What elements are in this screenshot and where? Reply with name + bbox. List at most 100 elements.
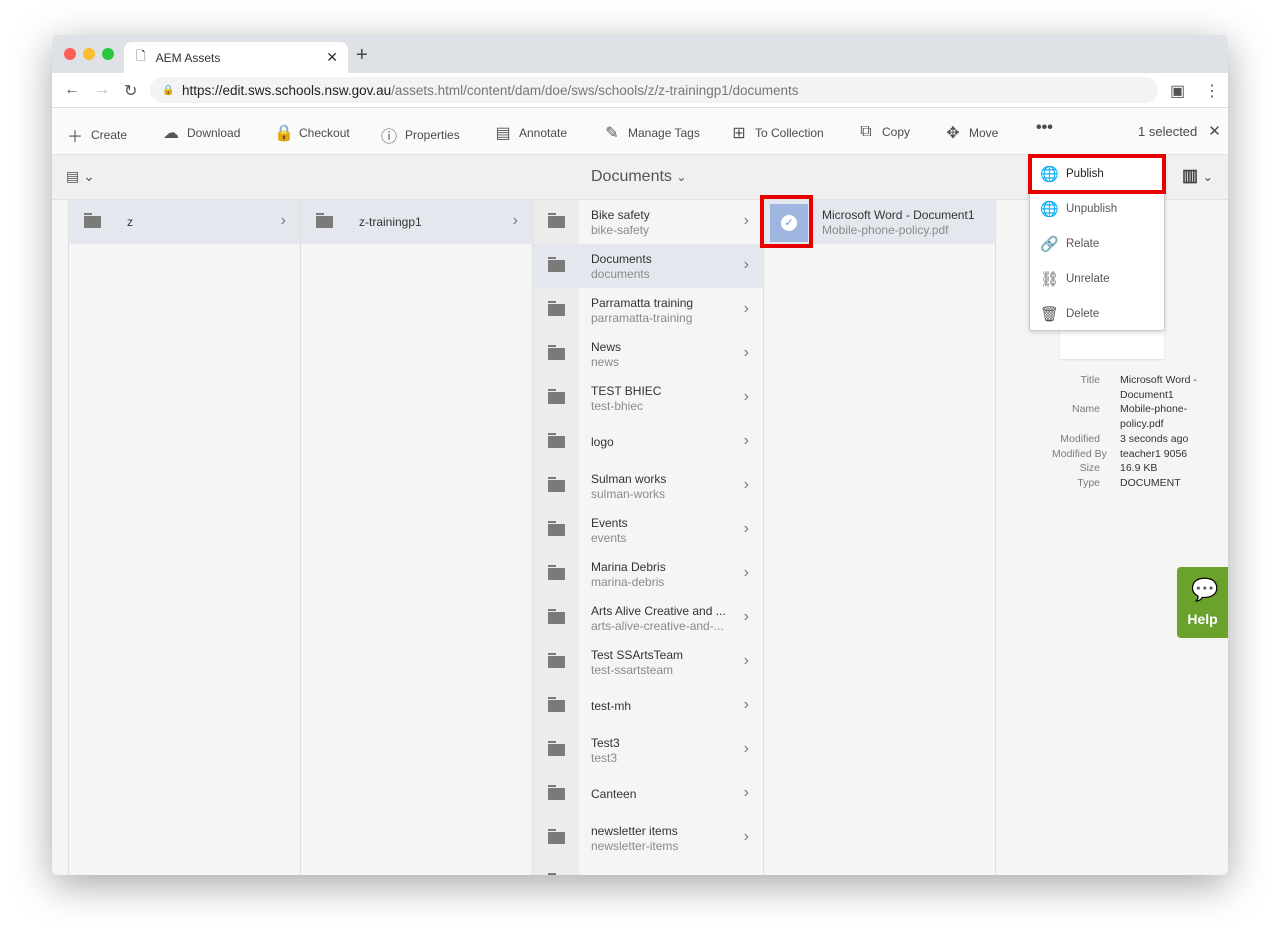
to-collection-button[interactable]: ⊞ To Collection [730, 123, 823, 143]
browser-menu-icon[interactable]: ⋮ [1204, 81, 1220, 101]
chat-icon: 💬 [1191, 577, 1219, 602]
copy-icon: ⧉ [860, 123, 872, 140]
manage-tags-button[interactable]: ✎ Manage Tags [603, 123, 700, 143]
folder-name: marina-debris [591, 575, 665, 589]
back-icon[interactable]: ← [64, 81, 80, 99]
menu-label: Relate [1066, 237, 1100, 250]
view-switcher-button[interactable]: ▥ ⌄ [1182, 166, 1213, 186]
forward-icon[interactable]: → [94, 81, 110, 99]
meta-value: 3 seconds ago [1120, 432, 1189, 445]
folder-name: test-bhiec [591, 399, 644, 413]
chevron-right-icon: › [743, 828, 749, 845]
folder-item[interactable]: Nat...› [533, 860, 763, 875]
label: Checkout [299, 126, 350, 140]
folder-item[interactable]: test-mh › [533, 684, 763, 728]
folder-title: Bike safety [591, 208, 650, 222]
chevron-right-icon: › [743, 784, 749, 801]
new-tab-button[interactable]: + [356, 44, 368, 67]
folder-name: events [591, 531, 627, 545]
folder-item[interactable]: newsletter items newsletter-items › [533, 816, 763, 860]
move-icon: ✥ [946, 125, 960, 142]
folder-title: TEST BHIEC [591, 384, 662, 398]
menu-item-unrelate[interactable]: ⛓ Unrelate [1030, 261, 1164, 296]
folder-item[interactable]: Documents documents › [533, 244, 763, 288]
folder-icon [548, 213, 565, 228]
lock-icon: 🔒 [162, 84, 175, 96]
download-button[interactable]: ☁ Download [162, 123, 240, 143]
folder-item[interactable]: Test3 test3 › [533, 728, 763, 772]
cloud-download-icon: ☁ [163, 125, 179, 142]
rail-toggle-button[interactable]: ▤ ⌄ [66, 168, 95, 185]
info-icon: ⓘ [380, 129, 397, 146]
folder-title: Documents [591, 252, 652, 266]
label: Manage Tags [628, 126, 700, 140]
tab-bar: 🗋 AEM Assets ✕ + [52, 35, 1228, 73]
tab-title: AEM Assets [155, 50, 221, 65]
meta-value: 16.9 KB [1120, 462, 1158, 475]
folder-title: Test SSArtsTeam [591, 648, 684, 662]
help-button[interactable]: 💬 Help [1177, 567, 1228, 638]
folder-item[interactable]: Events events › [533, 508, 763, 552]
folder-item[interactable]: Bike safety bike-safety › [533, 200, 763, 244]
selection-count: 1 selected ✕ [1138, 122, 1221, 140]
folder-name: news [591, 355, 620, 369]
folder-icon [548, 785, 565, 800]
page-title[interactable]: Documents ⌄ [591, 168, 686, 186]
folder-item[interactable]: Canteen › [533, 772, 763, 816]
menu-item-relate[interactable]: 🔗 Relate [1030, 226, 1164, 261]
url-input[interactable]: 🔒 https://edit.sws.schools.nsw.gov.au/as… [150, 77, 1158, 103]
folder-title: Parramatta training [591, 296, 694, 310]
unlink-icon: ⛓ [1040, 270, 1060, 288]
list-item[interactable]: z › [69, 200, 300, 244]
folder-item[interactable]: Arts Alive Creative and ... arts-alive-cr… [533, 596, 763, 640]
meta-key: Size [1079, 462, 1100, 475]
copy-button[interactable]: ⧉ Copy [857, 123, 910, 141]
globe-remove-icon: 🌐 [1040, 200, 1059, 218]
label: Annotate [519, 126, 568, 140]
folder-title: Canteen [591, 787, 637, 801]
folder-icon [548, 697, 565, 712]
chevron-down-icon: ⌄ [676, 170, 687, 184]
folder-item[interactable]: Test SSArtsTeam test-ssartsteam › [533, 640, 763, 684]
create-button[interactable]: ＋ Create [66, 123, 127, 147]
checkout-button[interactable]: 🔒 Checkout [274, 123, 350, 143]
label: Create [91, 128, 128, 142]
meta-value: teacher1 9056 [1120, 447, 1188, 460]
collection-add-icon: ⊞ [732, 125, 746, 142]
close-window-button[interactable] [64, 48, 76, 60]
folder-item[interactable]: logo › [533, 420, 763, 464]
close-tab-icon[interactable]: ✕ [326, 49, 338, 66]
chevron-right-icon: › [743, 696, 749, 713]
folder-item[interactable]: Parramatta training parramatta-training › [533, 288, 763, 332]
chevron-right-icon: › [280, 212, 286, 229]
browser-tab[interactable]: 🗋 AEM Assets ✕ [124, 42, 348, 73]
properties-button[interactable]: ⓘ Properties [380, 123, 460, 147]
chevron-right-icon: › [743, 256, 749, 273]
folder-item[interactable]: TEST BHIEC test-bhiec › [533, 376, 763, 420]
meta-key: Modified By [1052, 447, 1107, 460]
more-actions-button[interactable]: ••• [1036, 119, 1053, 137]
maximize-window-button[interactable] [102, 48, 114, 60]
minimize-window-button[interactable] [83, 48, 95, 60]
chevron-right-icon: › [743, 476, 749, 493]
folder-item[interactable]: News news › [533, 332, 763, 376]
folder-icon [548, 565, 565, 580]
list-item[interactable]: z-trainingp1 › [301, 200, 532, 244]
menu-item-unpublish[interactable]: 🌐 Unpublish [1030, 191, 1164, 226]
chevron-right-icon: › [743, 520, 749, 537]
annotate-button[interactable]: ▤ Annotate [494, 123, 567, 143]
reload-icon[interactable]: ↻ [124, 81, 137, 101]
clipboard-icon[interactable]: ▣ [1170, 81, 1185, 101]
folder-name: documents [591, 267, 650, 281]
lock-icon: 🔒 [274, 125, 294, 142]
folder-title: Test3 [591, 736, 620, 750]
folder-item[interactable]: Marina Debris marina-debris › [533, 552, 763, 596]
menu-item-delete[interactable]: 🗑 Delete [1030, 296, 1164, 331]
chevron-right-icon: › [743, 212, 749, 229]
chevron-right-icon: › [743, 740, 749, 757]
meta-value: DOCUMENT [1120, 476, 1181, 489]
move-button[interactable]: ✥ Move [944, 123, 998, 143]
folder-item[interactable]: Sulman works sulman-works › [533, 464, 763, 508]
meta-key: Modified [1060, 432, 1100, 445]
clear-selection-icon[interactable]: ✕ [1208, 122, 1221, 140]
